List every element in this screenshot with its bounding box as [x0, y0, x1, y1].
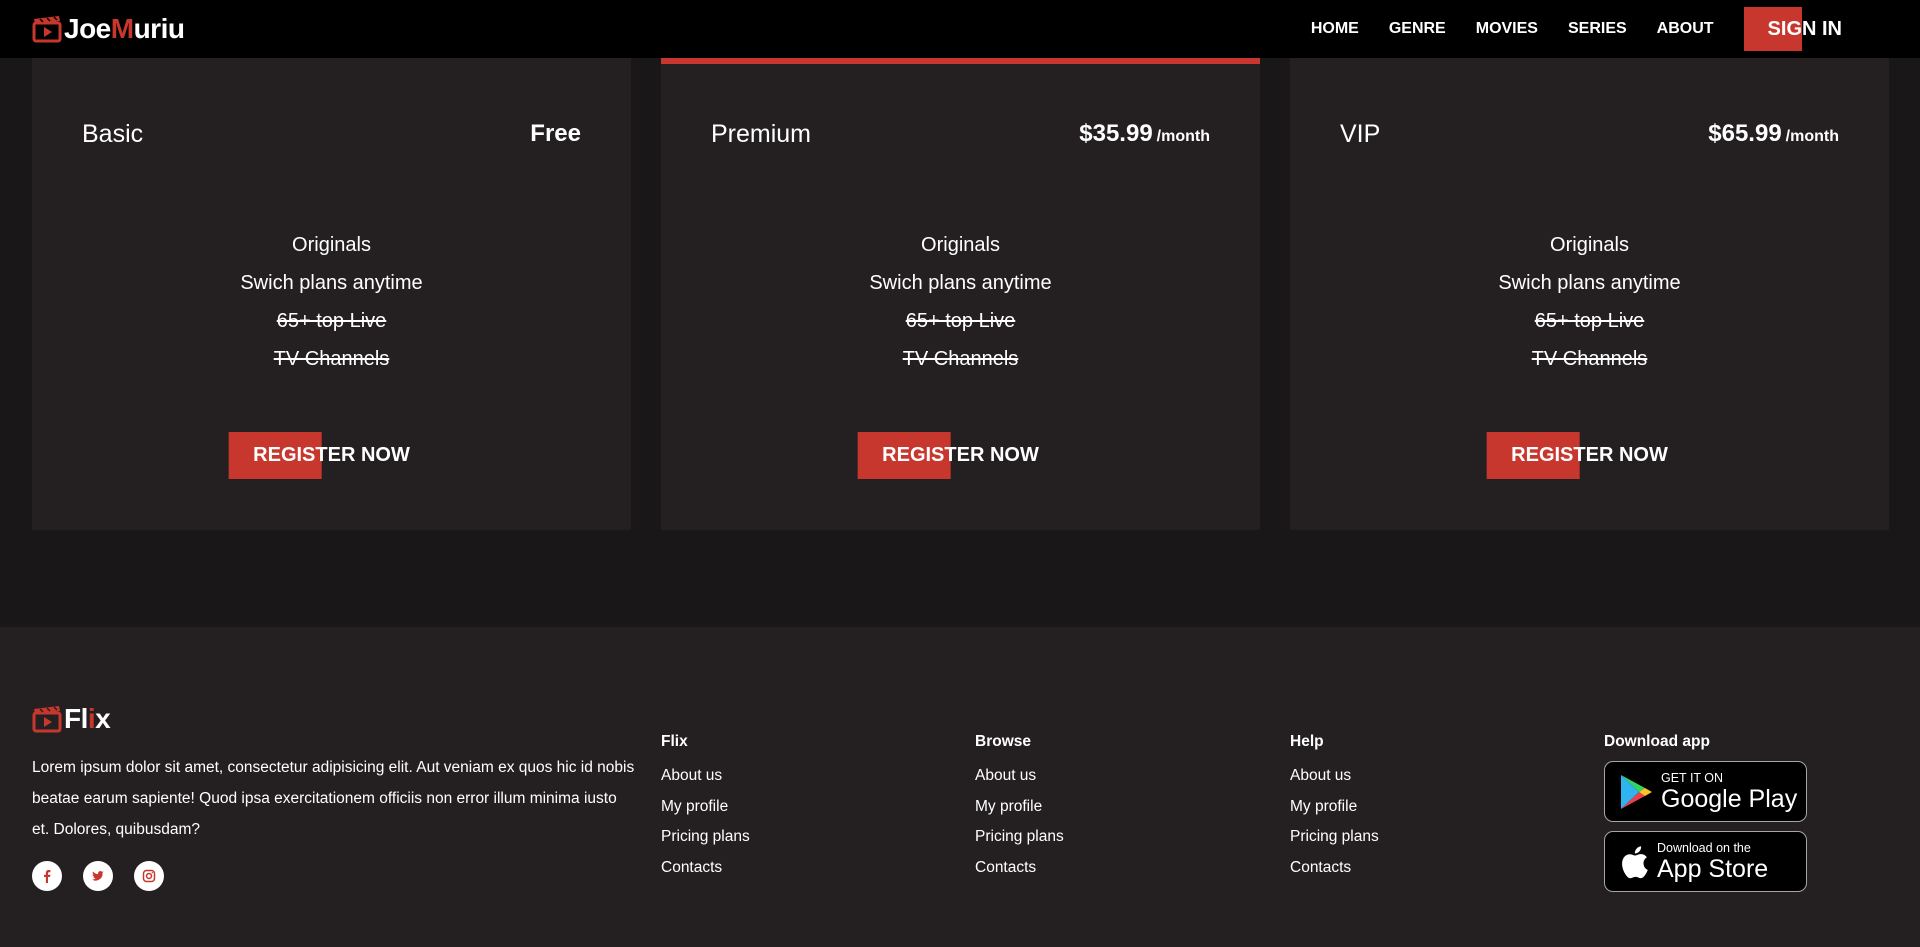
footer-link[interactable]: About us [1290, 761, 1379, 792]
footer-column-help: Help About us My profile Pricing plans C… [1290, 733, 1379, 883]
facebook-icon [44, 870, 51, 883]
sign-in-button[interactable]: SIGN IN [1743, 7, 1842, 51]
plan-name: Basic [82, 120, 144, 148]
plan-price: $65.99/month [1708, 120, 1839, 147]
feature-item: Originals [1550, 234, 1629, 256]
clapperboard-icon [32, 16, 62, 43]
footer-logo-text: Flix [64, 703, 111, 734]
sign-in-label: SIGN IN [1767, 17, 1842, 40]
plan-card-premium: Premium $35.99/month Originals Swich pla… [661, 58, 1260, 530]
footer-logo[interactable]: Flix [32, 703, 111, 735]
nav-movies[interactable]: MOVIES [1476, 20, 1538, 38]
clapperboard-icon [32, 706, 62, 733]
plan-card-vip: VIP $65.99/month Originals Swich plans a… [1290, 58, 1889, 530]
nav-home[interactable]: HOME [1311, 20, 1359, 38]
instagram-link[interactable] [134, 861, 164, 891]
plan-price: $35.99/month [1079, 120, 1210, 147]
footer-link[interactable]: About us [661, 761, 750, 792]
apple-icon [1622, 845, 1648, 878]
twitter-link[interactable] [83, 861, 113, 891]
footer-link[interactable]: About us [975, 761, 1064, 792]
register-button[interactable]: REGISTER NOW [228, 432, 410, 479]
footer-link[interactable]: Pricing plans [1290, 822, 1379, 853]
footer-link[interactable]: My profile [661, 792, 750, 823]
footer-column-browse: Browse About us My profile Pricing plans… [975, 733, 1064, 883]
store-small-text: GET IT ON [1661, 770, 1724, 785]
main-nav: HOME GENRE MOVIES SERIES ABOUT SIGN IN [1281, 0, 1920, 58]
social-links [32, 861, 185, 891]
feature-item: Originals [921, 234, 1000, 256]
instagram-icon [142, 869, 156, 883]
plan-name: Premium [711, 120, 812, 148]
nav-about[interactable]: ABOUT [1657, 20, 1714, 38]
footer-column-title: Flix [661, 733, 688, 750]
register-button[interactable]: REGISTER NOW [857, 432, 1039, 479]
footer-link[interactable]: Contacts [661, 853, 750, 884]
footer: Flix Lorem ipsum dolor sit amet, consect… [0, 627, 1920, 947]
app-store-badge[interactable]: Download on the App Store [1604, 831, 1807, 892]
feature-item: Swich plans anytime [240, 272, 423, 294]
register-button[interactable]: REGISTER NOW [1486, 432, 1668, 479]
plan-price: Free [530, 120, 581, 147]
feature-item: Swich plans anytime [1498, 272, 1681, 294]
google-play-badge[interactable]: GET IT ON Google Play [1604, 761, 1807, 822]
nav-series[interactable]: SERIES [1568, 20, 1627, 38]
plan-name: VIP [1340, 120, 1381, 148]
footer-link[interactable]: Contacts [1290, 853, 1379, 884]
top-navbar: JoeMuriu HOME GENRE MOVIES SERIES ABOUT … [0, 0, 1920, 58]
plan-features: Originals Swich plans anytime 65+ top Li… [1290, 226, 1889, 378]
register-label: REGISTER NOW [1511, 444, 1668, 466]
register-label: REGISTER NOW [882, 444, 1039, 466]
footer-column-title: Browse [975, 733, 1031, 750]
plan-features: Originals Swich plans anytime 65+ top Li… [661, 226, 1260, 378]
footer-link[interactable]: Pricing plans [661, 822, 750, 853]
footer-about-text: Lorem ipsum dolor sit amet, consectetur … [32, 759, 635, 838]
footer-download-app: Download app GET IT ON Google Play Downl… [1604, 733, 1807, 901]
logo-text: JoeMuriu [64, 13, 185, 44]
feature-item: Swich plans anytime [869, 272, 1052, 294]
feature-item-unavailable: 65+ top Live [276, 310, 387, 332]
feature-item-unavailable: TV Channels [1531, 348, 1648, 370]
facebook-link[interactable] [32, 861, 62, 891]
feature-item-unavailable: 65+ top Live [1534, 310, 1645, 332]
footer-link[interactable]: My profile [975, 792, 1064, 823]
footer-link[interactable]: Contacts [975, 853, 1064, 884]
store-name: App Store [1657, 854, 1769, 883]
footer-column-title: Help [1290, 733, 1324, 750]
feature-item-unavailable: TV Channels [273, 348, 390, 370]
feature-item: Originals [292, 234, 371, 256]
footer-column-title: Download app [1604, 733, 1710, 750]
store-name: Google Play [1661, 784, 1798, 813]
twitter-icon [92, 871, 104, 881]
footer-link[interactable]: My profile [1290, 792, 1379, 823]
nav-genre[interactable]: GENRE [1389, 20, 1446, 38]
store-small-text: Download on the [1657, 840, 1751, 855]
plan-features: Originals Swich plans anytime 65+ top Li… [32, 226, 631, 378]
footer-column-flix: Flix About us My profile Pricing plans C… [661, 733, 750, 883]
site-logo[interactable]: JoeMuriu [32, 12, 185, 46]
register-label: REGISTER NOW [253, 444, 410, 466]
plan-card-basic: Basic Free Originals Swich plans anytime… [32, 58, 631, 530]
google-play-icon [1621, 774, 1652, 809]
feature-item-unavailable: 65+ top Live [905, 310, 1016, 332]
footer-link[interactable]: Pricing plans [975, 822, 1064, 853]
feature-item-unavailable: TV Channels [902, 348, 1019, 370]
